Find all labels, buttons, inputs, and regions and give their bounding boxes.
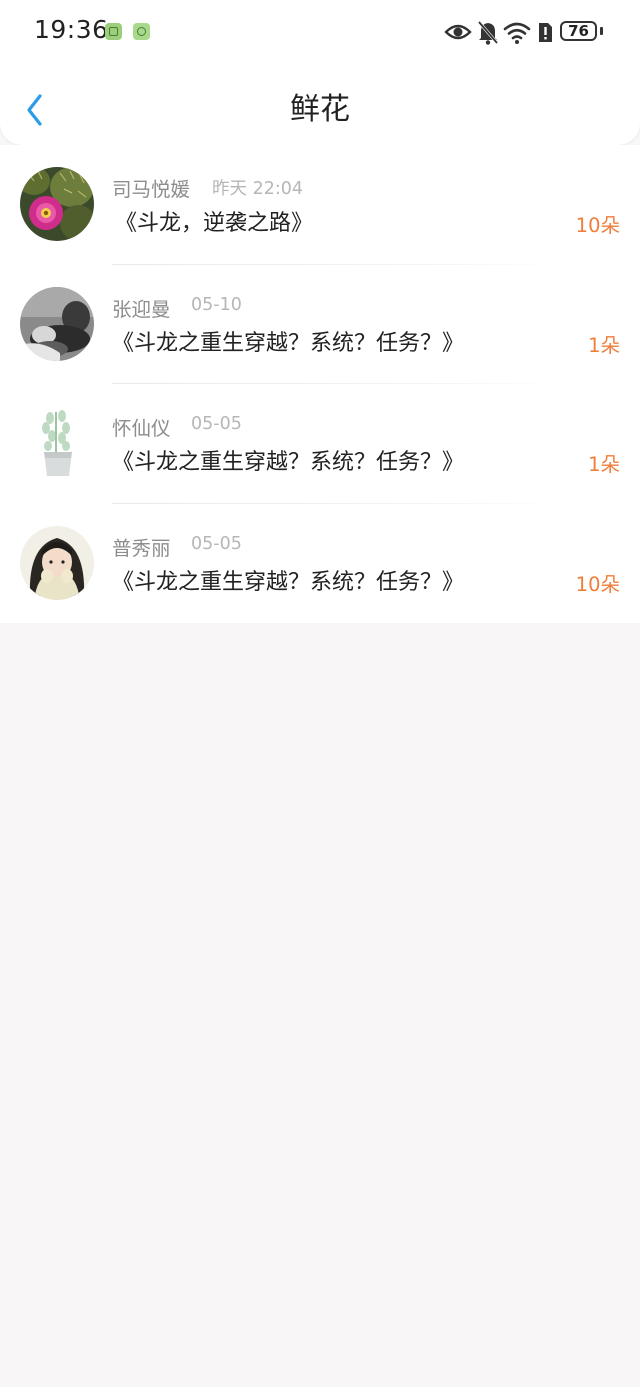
battery-icon: 76 <box>560 17 606 47</box>
header-bar: 19:36 76 鲜花 <box>0 0 640 145</box>
list-item[interactable]: 怀仙仪 05-05 《斗龙之重生穿越？系统？任务？》 1朵 <box>0 384 640 504</box>
status-bar: 19:36 76 <box>0 0 640 62</box>
eye-icon <box>444 24 472 40</box>
bw-photo-avatar[interactable] <box>20 286 94 361</box>
page-title: 鲜花 <box>290 92 350 127</box>
send-date: 昨天 22:04 <box>212 179 303 199</box>
list-item[interactable]: 张迎曼 05-10 《斗龙之重生穿越？系统？任务？》 1朵 <box>0 265 640 384</box>
girl-avatar[interactable] <box>20 525 94 600</box>
send-date: 05-10 <box>191 294 242 315</box>
flower-count: 10朵 <box>575 214 620 237</box>
wifi-icon <box>503 22 531 44</box>
cactus-flower-avatar[interactable] <box>20 167 94 241</box>
book-title: 《斗龙之重生穿越？系统？任务？》 <box>112 569 465 595</box>
flower-count: 10朵 <box>575 572 620 596</box>
flower-count: 1朵 <box>588 333 620 357</box>
sender-name: 张迎曼 <box>112 297 171 321</box>
flower-gift-list: 司马悦媛 昨天 22:04 《斗龙，逆袭之路》 10朵 张迎曼 05-10 《斗… <box>0 145 640 623</box>
book-title: 《斗龙，逆袭之路》 <box>115 211 314 236</box>
battery-level: 76 <box>560 21 597 41</box>
status-time: 19:36 <box>34 15 109 44</box>
bell-muted-icon <box>477 21 499 45</box>
send-date: 05-05 <box>191 414 242 434</box>
book-title: 《斗龙之重生穿越？系统？任务？》 <box>112 330 465 356</box>
list-item[interactable]: 普秀丽 05-05 《斗龙之重生穿越？系统？任务？》 10朵 <box>0 504 640 624</box>
list-item[interactable]: 司马悦媛 昨天 22:04 《斗龙，逆袭之路》 10朵 <box>0 145 640 265</box>
flower-count: 1朵 <box>588 453 620 476</box>
sim-alert-icon <box>539 23 552 42</box>
app-notification-icon <box>105 23 122 40</box>
sender-name: 司马悦媛 <box>112 178 191 201</box>
send-date: 05-05 <box>191 533 242 554</box>
book-title: 《斗龙之重生穿越？系统？任务？》 <box>112 450 465 475</box>
potted-plant-avatar[interactable] <box>20 406 94 480</box>
sender-name: 普秀丽 <box>112 536 171 560</box>
sender-name: 怀仙仪 <box>112 417 171 440</box>
security-notification-icon <box>133 23 150 40</box>
